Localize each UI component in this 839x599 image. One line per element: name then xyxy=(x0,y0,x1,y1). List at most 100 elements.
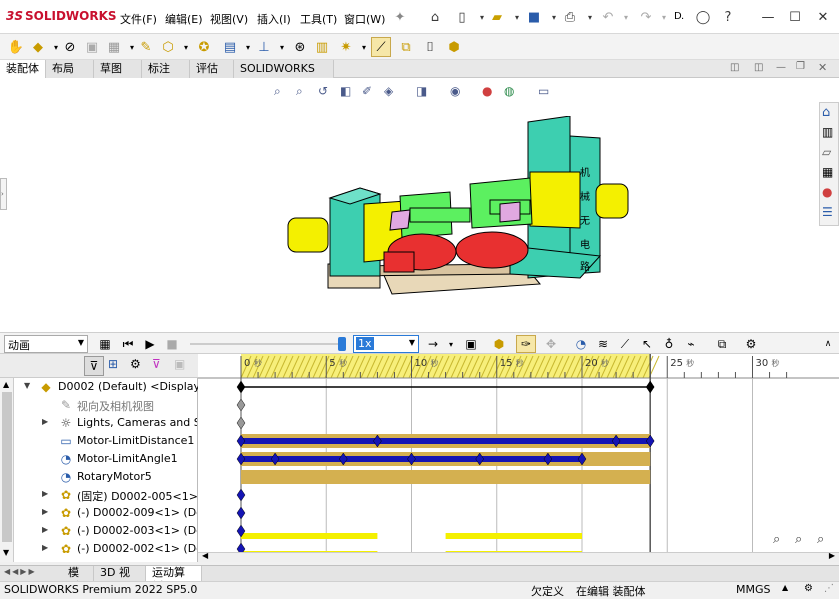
zoom-in-timeline-icon[interactable]: ⌕ xyxy=(795,532,802,547)
tab-evaluate[interactable]: 评估 xyxy=(190,60,234,78)
update-speedpak-icon[interactable]: ⧉ xyxy=(396,37,416,57)
expand-toggle-icon[interactable]: ▶ xyxy=(42,417,48,426)
spring-icon[interactable]: ≋ xyxy=(594,335,612,353)
save-icon[interactable]: ■ xyxy=(524,7,544,27)
tree-row[interactable]: ◔ Motor-LimitAngle1 xyxy=(0,450,198,468)
panel-left-icon[interactable]: ◫ xyxy=(730,62,739,73)
tree-row[interactable]: ▭ Motor-LimitDistance1 xyxy=(0,432,198,450)
pin-icon[interactable]: ✦ xyxy=(390,7,410,27)
insert-components-icon[interactable]: ◆ xyxy=(28,37,48,57)
take-snapshot-icon[interactable]: ⌷ xyxy=(420,37,440,57)
save-animation-icon[interactable]: ▣ xyxy=(462,335,480,353)
instant3d-icon[interactable]: ⟋ xyxy=(371,37,391,57)
tab-markup[interactable]: 标注 xyxy=(142,60,190,78)
large-assembly-icon[interactable]: ⬢ xyxy=(444,37,464,57)
edit-appearance-icon[interactable]: ● xyxy=(482,84,492,98)
menu-edit[interactable]: 编辑(E) xyxy=(165,11,203,27)
tab-solidworks-addins[interactable]: SOLIDWORKS 插件 xyxy=(234,60,334,92)
tab-layout[interactable]: 布局 xyxy=(46,60,94,78)
tab-scroll-arrows[interactable]: ◀◀▶▶ xyxy=(4,567,37,576)
move-dropdown-icon[interactable]: ▾ xyxy=(176,37,196,57)
display-style-icon[interactable]: ◨ xyxy=(416,84,427,98)
stop-icon[interactable]: ■ xyxy=(164,335,180,353)
expand-toggle-icon[interactable]: ▶ xyxy=(42,543,48,552)
section-view-icon[interactable]: ◧ xyxy=(340,84,351,98)
previous-view-icon[interactable]: ↺ xyxy=(318,84,328,98)
smart-fasteners-icon[interactable]: ✎ xyxy=(136,37,156,57)
open-folder-icon[interactable]: ▰ xyxy=(487,7,507,27)
hscroll-right-icon[interactable]: ▶ xyxy=(829,551,835,560)
edit-component-icon[interactable]: ✋ xyxy=(6,37,26,57)
contact-icon[interactable]: ♁ xyxy=(660,335,678,353)
playback-mode-dropdown-icon[interactable]: ▾ xyxy=(446,335,456,353)
motion-timeline[interactable]: 0 秒5 秒 10 秒 15 秒 20 秒 25 秒 30 秒 ⌕ ⌕ ⌕ ◀ ▶ xyxy=(198,354,839,562)
undo-dropdown-icon[interactable]: ▾ xyxy=(616,7,636,27)
account-icon[interactable]: ◯ xyxy=(693,7,713,27)
tab-assembly[interactable]: 装配体 xyxy=(0,60,46,78)
filter-animated-icon[interactable]: ⊽ xyxy=(84,356,104,376)
tree-row[interactable]: ▶ ✿ (-) D0002-009<1> (Defa xyxy=(0,504,198,522)
autokey-icon[interactable]: ✑ xyxy=(516,335,536,353)
mate-icon[interactable]: ⊘ xyxy=(60,37,80,57)
linear-pattern-icon[interactable]: ▦ xyxy=(104,37,124,57)
playback-mode-icon[interactable]: → xyxy=(426,335,440,353)
playback-speed-select[interactable]: 1x ▼ xyxy=(353,335,419,353)
playback-slider-handle[interactable] xyxy=(338,337,346,351)
assembly-model[interactable]: 机 械 无 电 路 xyxy=(280,116,640,308)
tab-motion-study-1[interactable]: 运动算例1 xyxy=(146,566,202,593)
feature-manager-toggle[interactable]: › xyxy=(0,178,7,210)
study-type-select[interactable]: 动画 ▼ xyxy=(4,335,88,353)
status-units[interactable]: MMGS xyxy=(736,583,771,596)
expand-toggle-icon[interactable]: ▶ xyxy=(42,489,48,498)
menu-file[interactable]: 文件(F) xyxy=(120,11,157,27)
filter-selected-icon[interactable]: ⚙ xyxy=(130,357,141,371)
filter-results-icon[interactable]: ⊽ xyxy=(152,357,161,371)
zoom-to-fit-timeline-icon[interactable]: ⌕ xyxy=(773,532,780,547)
print-dropdown-icon[interactable]: ▾ xyxy=(580,7,600,27)
minimize-button[interactable]: — xyxy=(757,8,779,26)
expand-toggle-icon[interactable]: ▼ xyxy=(24,381,30,390)
menu-insert[interactable]: 插入(I) xyxy=(257,11,291,27)
status-options-icon[interactable]: ⚙ xyxy=(804,583,813,594)
undo-icon[interactable]: ↶ xyxy=(598,7,618,27)
zoom-out-timeline-icon[interactable]: ⌕ xyxy=(817,532,824,547)
add-update-key-icon[interactable]: ✥ xyxy=(542,335,560,353)
file-explorer-icon[interactable]: ▱ xyxy=(822,145,831,159)
doc-restore-icon[interactable]: ❐ xyxy=(796,61,805,72)
play-icon[interactable]: ▶ xyxy=(142,335,158,353)
doc-close-icon[interactable]: ✕ xyxy=(818,61,827,74)
view-orientation-icon[interactable]: ◈ xyxy=(384,84,393,98)
menu-window[interactable]: 窗口(W) xyxy=(344,11,385,27)
timeline-hscrollbar[interactable]: ◀ ▶ xyxy=(198,551,839,562)
tree-row[interactable]: ▶ ✿ (固定) D0002-005<1> (D xyxy=(0,486,198,504)
apply-scene-icon[interactable]: ◍ xyxy=(504,84,514,98)
design-library-icon[interactable]: ▥ xyxy=(822,125,833,139)
tree-row[interactable]: ▶ ✿ (-) D0002-003<1> (Defa xyxy=(0,522,198,540)
graphics-area[interactable]: ⌕ ⌕ ↺ ◧ ✐ ◈ ◨ ◉ ● ◍ ▭ › 机 械 无 电 路 ⌂ ▥ ▱ … xyxy=(0,78,839,334)
menu-view[interactable]: 视图(V) xyxy=(210,11,248,27)
force-icon[interactable]: ↖ xyxy=(638,335,656,353)
calculate-icon[interactable]: ▦ xyxy=(96,335,114,353)
hide-show-items-icon[interactable]: ◉ xyxy=(450,84,460,98)
view-palette-icon[interactable]: ▦ xyxy=(822,165,833,179)
maximize-button[interactable]: ☐ xyxy=(784,8,806,26)
show-hidden-icon[interactable]: ✪ xyxy=(194,37,214,57)
playback-slider-track[interactable] xyxy=(190,343,342,345)
reference-dropdown-icon[interactable]: ▾ xyxy=(272,37,292,57)
hscroll-left-icon[interactable]: ◀ xyxy=(202,551,208,560)
zoom-to-fit-icon[interactable]: ⌕ xyxy=(274,84,281,99)
home-icon[interactable]: ⌂ xyxy=(425,7,445,27)
appearances-icon[interactable]: ● xyxy=(822,185,832,199)
collapse-motion-manager-icon[interactable]: ∧ xyxy=(820,335,836,353)
filter-driving-icon[interactable]: ⊞ xyxy=(108,357,118,371)
print-icon[interactable]: ⎙ xyxy=(560,7,580,27)
new-motion-study-icon[interactable]: ⊛ xyxy=(290,37,310,57)
play-from-start-icon[interactable]: ⏮ xyxy=(120,335,136,353)
collapse-tree-icon[interactable]: ▣ xyxy=(174,357,185,371)
damper-icon[interactable]: ⟋ xyxy=(616,335,634,353)
tab-model[interactable]: 模型 xyxy=(62,566,94,593)
dynamic-annotation-icon[interactable]: ✐ xyxy=(362,84,372,98)
tab-sketch[interactable]: 草图 xyxy=(94,60,142,78)
solidworks-resources-icon[interactable]: ⌂ xyxy=(822,105,830,120)
animation-wizard-icon[interactable]: ⬢ xyxy=(490,335,508,353)
